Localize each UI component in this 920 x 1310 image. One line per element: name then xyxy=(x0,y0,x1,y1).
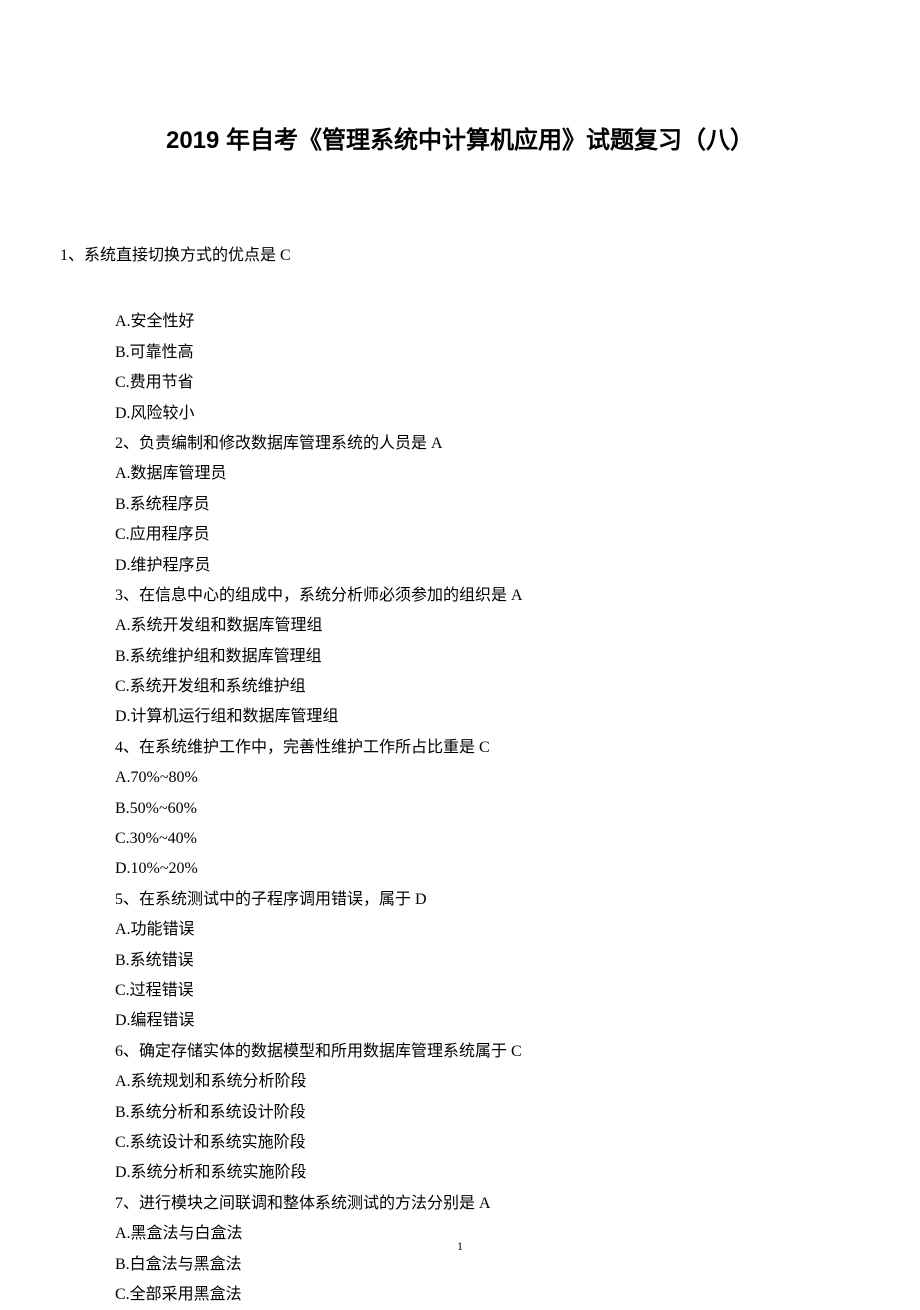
text-line: 2、负责编制和修改数据库管理系统的人员是 A xyxy=(115,429,860,459)
text-line: C.应用程序员 xyxy=(115,520,860,550)
content-block: A.安全性好 B.可靠性高 C.费用节省 D.风险较小 2、负责编制和修改数据库… xyxy=(115,307,860,1310)
text-line: 4、在系统维护工作中，完善性维护工作所占比重是 C xyxy=(115,733,860,763)
text-line: A.70%~80% xyxy=(115,763,860,793)
text-line: D.维护程序员 xyxy=(115,551,860,581)
text-line: B.系统错误 xyxy=(115,946,860,976)
text-line: B.白盒法与黑盒法 xyxy=(115,1250,860,1280)
text-line: A.安全性好 xyxy=(115,307,860,337)
text-line: C.系统设计和系统实施阶段 xyxy=(115,1128,860,1158)
question-1-stem: 1、系统直接切换方式的优点是 C xyxy=(60,245,860,267)
text-line: 6、确定存储实体的数据模型和所用数据库管理系统属于 C xyxy=(115,1037,860,1067)
text-line: C.过程错误 xyxy=(115,976,860,1006)
text-line: 7、进行模块之间联调和整体系统测试的方法分别是 A xyxy=(115,1189,860,1219)
text-line: B.系统分析和系统设计阶段 xyxy=(115,1098,860,1128)
text-line: B.可靠性高 xyxy=(115,338,860,368)
text-line: B.50%~60% xyxy=(115,794,860,824)
text-line: C.费用节省 xyxy=(115,368,860,398)
text-line: B.系统维护组和数据库管理组 xyxy=(115,642,860,672)
text-line: D.编程错误 xyxy=(115,1006,860,1036)
text-line: D.计算机运行组和数据库管理组 xyxy=(115,702,860,732)
text-line: A.系统开发组和数据库管理组 xyxy=(115,611,860,641)
text-line: A.数据库管理员 xyxy=(115,459,860,489)
text-line: C.全部采用黑盒法 xyxy=(115,1280,860,1310)
text-line: A.系统规划和系统分析阶段 xyxy=(115,1067,860,1097)
text-line: D.系统分析和系统实施阶段 xyxy=(115,1158,860,1188)
page-title: 2019 年自考《管理系统中计算机应用》试题复习（八） xyxy=(60,120,860,155)
page-number: 1 xyxy=(0,1239,920,1254)
text-line: 5、在系统测试中的子程序调用错误，属于 D xyxy=(115,885,860,915)
text-line: C.系统开发组和系统维护组 xyxy=(115,672,860,702)
text-line: D.风险较小 xyxy=(115,399,860,429)
text-line: B.系统程序员 xyxy=(115,490,860,520)
text-line: A.功能错误 xyxy=(115,915,860,945)
text-line: D.10%~20% xyxy=(115,854,860,884)
text-line: C.30%~40% xyxy=(115,824,860,854)
text-line: 3、在信息中心的组成中，系统分析师必须参加的组织是 A xyxy=(115,581,860,611)
